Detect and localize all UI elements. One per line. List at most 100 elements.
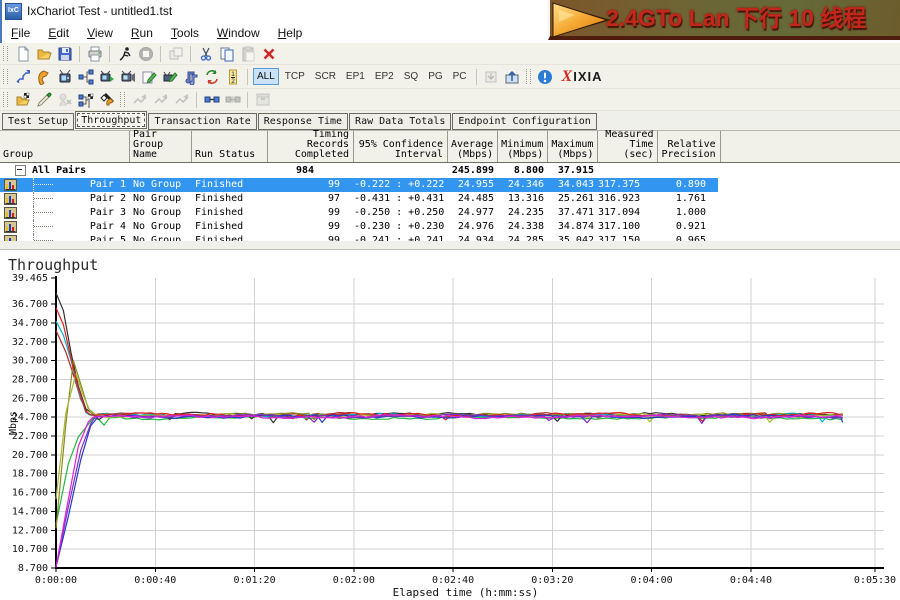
- stop-test-icon: [138, 46, 154, 62]
- menu-window[interactable]: Window: [208, 23, 269, 43]
- collapse-minus-icon[interactable]: [15, 165, 26, 176]
- y-tick-label: 16.700: [12, 488, 48, 499]
- renumber-pairs-button[interactable]: 12: [222, 67, 243, 86]
- tab-endpoint-configuration[interactable]: Endpoint Configuration: [452, 113, 596, 130]
- column-header-run-status[interactable]: Run Status: [192, 131, 268, 162]
- info-button[interactable]: [535, 67, 556, 86]
- tab-test-setup[interactable]: Test Setup: [2, 113, 74, 130]
- y-tick-label: 36.700: [12, 299, 48, 310]
- menu-help[interactable]: Help: [269, 23, 312, 43]
- add-voip-pair-icon: [36, 69, 52, 85]
- new-document-button[interactable]: [12, 44, 33, 63]
- add-hardware-pair-icon: [120, 69, 136, 85]
- cell-run-status: Finished: [192, 234, 268, 241]
- series-line-pair-3: [56, 293, 843, 423]
- add-video-pair-button[interactable]: [54, 67, 75, 86]
- compare-runs-button[interactable]: [75, 90, 96, 109]
- column-header-pair-group[interactable]: Pair Group Name: [130, 131, 192, 162]
- ixia-logo-text: IXIA: [573, 69, 602, 84]
- menu-file[interactable]: File: [2, 23, 39, 43]
- compare-runs-icon: [78, 92, 94, 108]
- swap-endpoints-button[interactable]: [201, 67, 222, 86]
- toolbar-drag-handle[interactable]: [3, 46, 8, 61]
- protocol-filter-pg[interactable]: PG: [424, 68, 446, 85]
- column-header-minimum[interactable]: Minimum (Mbps): [498, 131, 548, 162]
- table-row-pair-1[interactable]: Pair 1No GroupFinished99-0.222 : +0.2222…: [0, 178, 900, 192]
- annotate-button[interactable]: [33, 90, 54, 109]
- link-endpoints-button[interactable]: [201, 90, 222, 109]
- unlink-endpoints-icon: [225, 92, 241, 108]
- table-row-all-pairs[interactable]: All Pairs984245.8998.80037.915: [0, 163, 900, 178]
- cell-timing-records: 99: [268, 234, 354, 241]
- column-header-95-confidence[interactable]: 95% Confidence Interval: [354, 131, 448, 162]
- tab-throughput[interactable]: Throughput: [75, 111, 147, 129]
- add-hardware-pair-button[interactable]: [117, 67, 138, 86]
- print-button[interactable]: [84, 44, 105, 63]
- x-tick-label: 0:02:00: [333, 575, 375, 586]
- column-header-timing-records[interactable]: Timing Records Completed: [268, 131, 354, 162]
- expand-group-icon: [132, 92, 148, 108]
- arrange-windows-button: [165, 44, 186, 63]
- tree-branch: [33, 220, 56, 234]
- add-voip-pair-button[interactable]: [33, 67, 54, 86]
- cell-measured-time: 317.100: [598, 220, 658, 234]
- edit-video-pair-button[interactable]: [159, 67, 180, 86]
- cut-button[interactable]: [195, 44, 216, 63]
- save-icon: [57, 46, 73, 62]
- table-row-pair-4[interactable]: Pair 4No GroupFinished99-0.230 : +0.2302…: [0, 220, 900, 234]
- dial-test-button[interactable]: [96, 90, 117, 109]
- protocol-filter-scr[interactable]: SCR: [311, 68, 340, 85]
- all-pairs-label: All Pairs: [32, 163, 86, 178]
- copy-button[interactable]: [216, 44, 237, 63]
- menu-edit[interactable]: Edit: [39, 23, 78, 43]
- protocol-filter-ep2[interactable]: EP2: [371, 68, 398, 85]
- save-run-options-button[interactable]: [12, 90, 33, 109]
- cell-average: 24.955: [448, 178, 498, 192]
- table-row-pair-2[interactable]: Pair 2No GroupFinished97-0.431 : +0.4312…: [0, 192, 900, 206]
- menu-run[interactable]: Run: [122, 23, 162, 43]
- cell-relative-precision: 1.761: [658, 192, 718, 206]
- series-line-pair-2: [56, 416, 843, 525]
- toolbar-drag-handle[interactable]: [3, 69, 8, 84]
- add-multicast-group-button[interactable]: [75, 67, 96, 86]
- table-row-pair-5[interactable]: Pair 5No GroupFinished99-0.241 : +0.2412…: [0, 234, 900, 241]
- tab-raw-data-totals[interactable]: Raw Data Totals: [349, 113, 451, 130]
- new-document-icon: [15, 46, 31, 62]
- column-header-group[interactable]: Group: [0, 131, 130, 162]
- tab-transaction-rate[interactable]: Transaction Rate: [148, 113, 256, 130]
- edit-item-button[interactable]: [138, 67, 159, 86]
- save-button[interactable]: [54, 44, 75, 63]
- open-folder-button[interactable]: [33, 44, 54, 63]
- protocol-filter-pc[interactable]: PC: [449, 68, 471, 85]
- delete-button[interactable]: [258, 44, 279, 63]
- toolbar-drag-handle[interactable]: [120, 92, 125, 107]
- info-icon: [537, 69, 553, 85]
- add-video-multicast-icon: [99, 69, 115, 85]
- protocol-filter-all[interactable]: ALL: [253, 68, 279, 85]
- column-header-maximum[interactable]: Maximum (Mbps): [548, 131, 598, 162]
- protocol-filter-sq[interactable]: SQ: [400, 68, 422, 85]
- y-tick-label: 28.700: [12, 374, 48, 385]
- tab-response-time[interactable]: Response Time: [258, 113, 348, 130]
- column-header-measured[interactable]: Measured Time (sec): [598, 131, 658, 162]
- column-header-average[interactable]: Average (Mbps): [448, 131, 498, 162]
- cell-group: Pair 1: [0, 178, 130, 192]
- toolbar-drag-handle[interactable]: [526, 69, 531, 84]
- table-row-pair-3[interactable]: Pair 3No GroupFinished99-0.250 : +0.2502…: [0, 206, 900, 220]
- menu-tools[interactable]: Tools: [162, 23, 208, 43]
- toolbar-drag-handle[interactable]: [3, 92, 8, 107]
- cell-relative-precision: 0.965: [658, 234, 718, 241]
- x-tick-label: 0:03:20: [531, 575, 573, 586]
- menu-view[interactable]: View: [78, 23, 122, 43]
- replicate-pair-button[interactable]: [180, 67, 201, 86]
- protocol-filter-ep1[interactable]: EP1: [342, 68, 369, 85]
- add-video-multicast-button[interactable]: [96, 67, 117, 86]
- run-test-button[interactable]: [114, 44, 135, 63]
- toolbar-standard: [0, 43, 900, 65]
- export-results-button[interactable]: [502, 67, 523, 86]
- tree-branch: [33, 234, 56, 241]
- protocol-filter-tcp[interactable]: TCP: [281, 68, 309, 85]
- add-pair-button[interactable]: [12, 67, 33, 86]
- cell-minimum: 24.285: [498, 234, 548, 241]
- column-header-relative[interactable]: Relative Precision: [658, 131, 720, 162]
